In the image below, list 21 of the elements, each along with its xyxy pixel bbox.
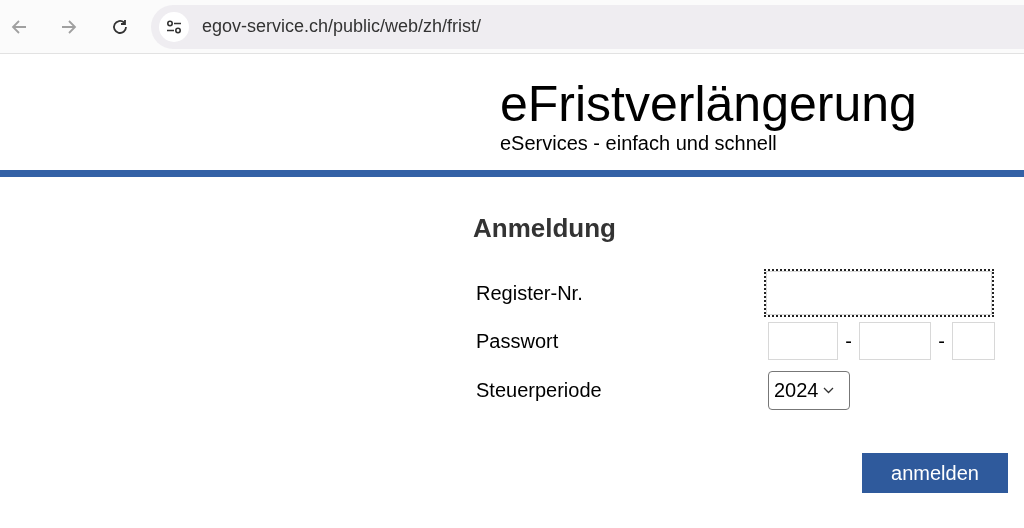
site-settings-icon[interactable] (159, 11, 189, 42)
register-number-field[interactable] (766, 271, 992, 315)
separator-dash: - (844, 329, 853, 354)
reload-icon[interactable] (111, 17, 129, 36)
url-text[interactable]: egov-service.ch/public/web/zh/frist/ (202, 13, 482, 40)
login-button[interactable]: anmelden (862, 453, 1008, 493)
password-part-field[interactable] (952, 322, 995, 360)
forward-icon[interactable] (60, 17, 78, 36)
chevron-down-icon (822, 386, 834, 394)
period-select[interactable]: 2024 (768, 370, 850, 410)
address-bar[interactable]: egov-service.ch/public/web/zh/frist/ (151, 4, 1024, 49)
site-subtitle: eServices - einfach und schnell (500, 132, 778, 154)
field-label: Steuerperiode (475, 378, 603, 403)
password-part-field[interactable] (768, 322, 838, 360)
separator-dash: - (937, 329, 946, 354)
back-icon[interactable] (10, 17, 28, 36)
field-label: Passwort (475, 329, 560, 354)
form-heading: Anmeldung (473, 212, 617, 245)
password-part-field[interactable] (859, 322, 931, 360)
field-label: Register-Nr. (475, 281, 584, 306)
site-title: eFristverlängerung (500, 76, 918, 132)
